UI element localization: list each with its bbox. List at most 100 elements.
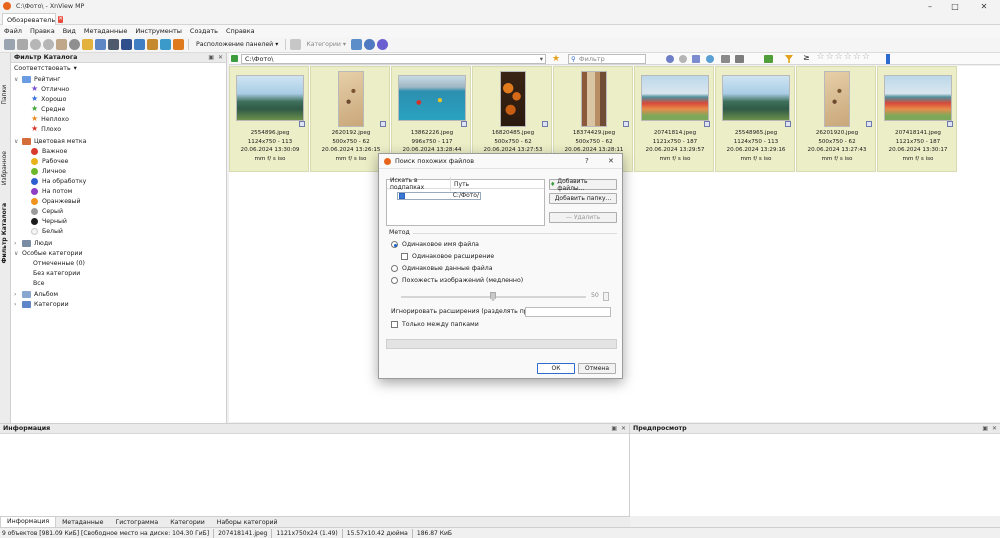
vtab-favorites[interactable]: Избранное: [1, 151, 10, 185]
star-outline-icon[interactable]: ☆: [844, 53, 852, 62]
special-uncategorized[interactable]: Без категории: [33, 268, 80, 278]
star-outline-icon[interactable]: ☆: [862, 53, 870, 62]
refresh-icon[interactable]: [706, 55, 714, 63]
binoculars-icon[interactable]: [95, 39, 106, 50]
delete-button[interactable]: — Удалить: [549, 212, 617, 223]
star-outline-icon[interactable]: ☆: [835, 53, 843, 62]
color-to-process[interactable]: На обработку: [31, 176, 86, 186]
expand-icon[interactable]: ›: [14, 301, 20, 308]
color-orange[interactable]: Оранжевый: [31, 196, 81, 206]
rating-operator[interactable]: ≥: [803, 53, 810, 62]
image-icon[interactable]: [147, 39, 158, 50]
tab-category-sets[interactable]: Наборы категорий: [211, 517, 284, 528]
close-window-button[interactable]: ✕: [970, 0, 998, 12]
share-icon[interactable]: [160, 39, 171, 50]
export-icon[interactable]: [173, 39, 184, 50]
rating-average[interactable]: ★ Средне: [31, 104, 65, 114]
ok-button[interactable]: ОК: [537, 363, 575, 374]
table-row[interactable]: C:/Фото/: [397, 192, 481, 200]
expand-icon[interactable]: ›: [14, 240, 20, 247]
color-important[interactable]: Важное: [31, 146, 67, 156]
thumbnail-image[interactable]: [338, 71, 364, 127]
tree-categories[interactable]: › Категории: [14, 299, 69, 309]
forward-icon[interactable]: [679, 55, 687, 63]
checkbox-icon[interactable]: [391, 321, 398, 328]
thumbnail-image[interactable]: [236, 75, 304, 121]
cancel-button[interactable]: Отмена: [578, 363, 616, 374]
radio-icon[interactable]: [391, 277, 398, 284]
slideshow-icon[interactable]: [134, 39, 145, 50]
compare-icon[interactable]: [17, 39, 28, 50]
tag-icon[interactable]: [764, 55, 773, 63]
star-outline-icon[interactable]: ☆: [826, 53, 834, 62]
rating-fair[interactable]: ★ Неплохо: [31, 114, 69, 124]
favorite-star-icon[interactable]: ★: [552, 54, 560, 64]
thumbnail-image[interactable]: [641, 75, 709, 121]
collapse-icon[interactable]: ∨: [14, 76, 20, 83]
close-icon[interactable]: ✕: [992, 425, 997, 432]
checkbox-icon[interactable]: [401, 253, 408, 260]
thumbnail-item[interactable]: 2554896.jpeg 1124x750 - 113 20.06.2024 13:…: [229, 66, 309, 172]
menu-help[interactable]: Справка: [222, 27, 259, 35]
thumbnail-item[interactable]: 20741814.jpeg 1121x750 - 187 20.06.2024 13…: [634, 66, 714, 172]
dialog-close-button[interactable]: ✕: [608, 157, 614, 165]
rating-excellent[interactable]: ★ Отлично: [31, 84, 69, 94]
tag-tool-icon[interactable]: [351, 39, 363, 50]
special-marked[interactable]: Отмеченные (0): [33, 258, 85, 268]
expand-icon[interactable]: ›: [14, 291, 20, 298]
dialog-help-button[interactable]: ?: [585, 157, 589, 165]
filter-input[interactable]: ⚲ Фильтр: [568, 53, 646, 64]
thumbnail-item[interactable]: 25548965.jpeg 1124x750 - 113 20.06.2024 13…: [715, 66, 795, 172]
up-icon[interactable]: [692, 55, 700, 63]
path-input[interactable]: C:\Фото\ ▾: [241, 53, 546, 64]
collapse-icon[interactable]: ∨: [14, 250, 20, 257]
color-gray[interactable]: Серый: [31, 206, 63, 216]
thumbnail-image[interactable]: [884, 75, 952, 121]
thumbnail-item[interactable]: 207418141.jpeg 1121x750 - 187 20.06.2024 1…: [877, 66, 957, 172]
radio-same-name[interactable]: Одинаковое имя файла: [391, 241, 479, 248]
pin-icon[interactable]: ▣: [208, 54, 214, 61]
categories-dropdown[interactable]: Категории ▾: [306, 41, 346, 48]
back-icon[interactable]: [666, 55, 674, 63]
close-icon[interactable]: ✕: [621, 425, 626, 432]
star-outline-icon[interactable]: ☆: [817, 53, 825, 62]
checkbox-between-folders[interactable]: Только между папками: [391, 321, 479, 328]
star-outline-icon[interactable]: ☆: [853, 53, 861, 62]
spinner-arrows-icon[interactable]: [603, 292, 609, 301]
vtab-catalog-filter[interactable]: Фильтр Каталога: [1, 203, 10, 263]
help-icon[interactable]: [377, 39, 389, 50]
print-icon[interactable]: [108, 39, 119, 50]
vtab-folders[interactable]: Папки: [1, 85, 10, 105]
thumbnail-image[interactable]: [722, 75, 790, 121]
checkbox-same-extension[interactable]: Одинаковое расширение: [401, 253, 494, 260]
rotate-right-icon[interactable]: [43, 39, 54, 50]
close-icon[interactable]: ✕: [218, 54, 223, 61]
menu-file[interactable]: Файл: [0, 27, 26, 35]
rating-filter-stars[interactable]: ☆ ☆ ☆ ☆ ☆ ☆: [816, 53, 870, 62]
panel-layout-dropdown[interactable]: Расположение панелей ▾: [196, 41, 278, 48]
pin-icon[interactable]: ▣: [982, 425, 988, 432]
thumbnail-image[interactable]: [398, 75, 466, 121]
radio-same-data[interactable]: Одинаковые данные файла: [391, 265, 493, 272]
col-path[interactable]: Путь: [451, 181, 469, 188]
tree-color-label[interactable]: ∨ Цветовая метка: [14, 136, 86, 146]
tools-icon[interactable]: [56, 39, 67, 50]
color-black[interactable]: Черный: [31, 216, 67, 226]
category-icon[interactable]: [290, 39, 302, 50]
filter-funnel-icon[interactable]: [785, 55, 793, 63]
batch-icon[interactable]: [121, 39, 132, 50]
similarity-value[interactable]: 50: [591, 292, 599, 299]
settings-wheel-icon[interactable]: [69, 39, 80, 50]
subfolders-checkbox[interactable]: [399, 193, 405, 199]
rating-poor[interactable]: ★ Плохо: [31, 124, 61, 134]
tree-rating[interactable]: ∨ Рейтинг: [14, 74, 60, 84]
similarity-slider-thumb[interactable]: [490, 292, 496, 301]
add-folder-button[interactable]: Добавить папку...: [549, 193, 617, 204]
tab-information[interactable]: Информация: [0, 516, 57, 528]
menu-tools[interactable]: Инструменты: [131, 27, 186, 35]
fullscreen-icon[interactable]: [4, 39, 15, 50]
tab-categories[interactable]: Категории: [164, 517, 211, 528]
view-mode-icon[interactable]: [735, 55, 744, 63]
col-subfolders[interactable]: Искать в подпапках: [387, 177, 451, 191]
color-personal[interactable]: Личное: [31, 166, 66, 176]
